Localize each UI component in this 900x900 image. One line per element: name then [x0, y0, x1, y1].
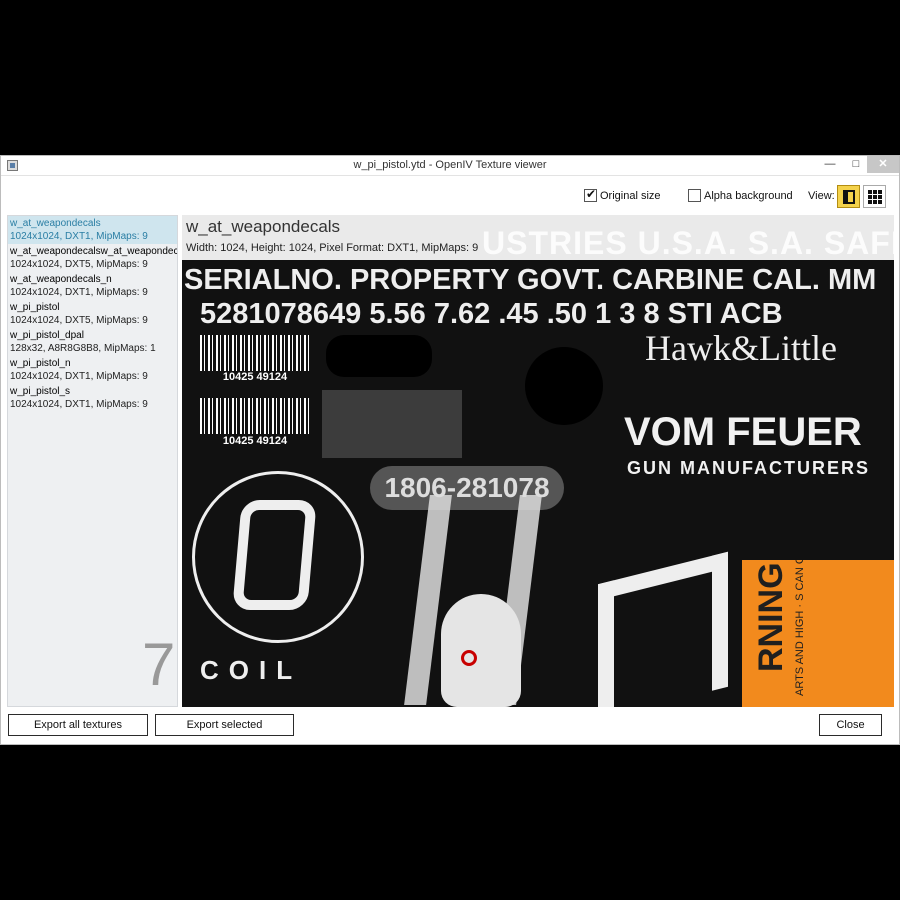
- barcode-1-text: 10425 49124: [222, 371, 288, 383]
- alpha-background-label: Alpha background: [704, 189, 793, 202]
- texture-list-item[interactable]: w_pi_pistol_s 1024x1024, DXT1, MipMaps: 9: [8, 384, 177, 412]
- texture-preview[interactable]: USTRIES U.S.A. S.A. SAFE SEMI FULL w_at_…: [182, 215, 894, 707]
- texture-meta: 128x32, A8R8G8B8, MipMaps: 1: [10, 343, 156, 354]
- texture-name: w_at_weapondecals_n: [10, 274, 112, 285]
- view-label: View:: [808, 190, 835, 202]
- redacted-box: [326, 335, 432, 377]
- gun-manufacturers-text: GUN MANUFACTURERS: [627, 458, 870, 478]
- texture-list-item[interactable]: w_pi_pistol_dpal 128x32, A8R8G8B8, MipMap…: [8, 328, 177, 356]
- crosshair-target: [461, 650, 477, 666]
- texture-name: w_pi_pistol_n: [10, 358, 71, 369]
- texture-name: w_pi_pistol: [10, 302, 60, 313]
- texture-list-item[interactable]: w_at_weapondecals_n 1024x1024, DXT1, MipM…: [8, 272, 177, 300]
- title-bar[interactable]: w_pi_pistol.ytd - OpenIV Texture viewer …: [1, 156, 899, 176]
- maximize-button[interactable]: □: [843, 156, 869, 173]
- alpha-background-option[interactable]: Alpha background: [688, 189, 793, 202]
- close-button[interactable]: Close: [819, 714, 882, 736]
- texture-name: w_pi_pistol_dpal: [10, 330, 84, 341]
- texture-list-item[interactable]: w_pi_pistol_n 1024x1024, DXT1, MipMaps: 9: [8, 356, 177, 384]
- cube-logo: [598, 551, 728, 707]
- texture-meta: 1024x1024, DXT1, MipMaps: 9: [10, 371, 148, 382]
- window-title: w_pi_pistol.ytd - OpenIV Texture viewer: [353, 159, 547, 171]
- export-all-textures-button[interactable]: Export all textures: [8, 714, 148, 736]
- grid-view-button[interactable]: [863, 185, 886, 208]
- texture-meta: 1024x1024, DXT1, MipMaps: 9: [10, 399, 148, 410]
- barcode-2-text: 10425 49124: [222, 435, 288, 447]
- texture-list-item[interactable]: w_at_weapondecals 1024x1024, DXT1, MipMap…: [8, 216, 177, 244]
- texture-name: w_pi_pistol_s: [10, 386, 71, 397]
- warning-label: RNING ARTS AND HIGH · S CAN CAUSE · URY.…: [742, 560, 894, 707]
- vom-feuer-logo: VOM FEUER: [624, 410, 862, 454]
- texture-meta: 1024x1024, DXT5, MipMaps: 9: [10, 259, 148, 270]
- serial-line-text: SERIALNO. PROPERTY GOVT. CARBINE CAL. MM: [184, 264, 877, 296]
- ghost-number-label: 7: [142, 631, 176, 698]
- texture-viewer-window: w_pi_pistol.ytd - OpenIV Texture viewer …: [0, 155, 900, 745]
- hawk-little-logo: Hawk&Little: [645, 328, 837, 368]
- texture-list-item[interactable]: w_at_weapondecalsw_at_weapondec 1024x1024…: [8, 244, 177, 272]
- original-size-checkbox[interactable]: [584, 187, 597, 202]
- black-circle: [525, 347, 603, 425]
- emblem-logo: [232, 500, 317, 610]
- single-view-icon: [843, 190, 855, 204]
- coil-text: COIL: [200, 655, 303, 685]
- single-view-button[interactable]: [837, 185, 860, 208]
- preview-texture-name: w_at_weapondecals: [186, 217, 341, 236]
- texture-name: w_at_weapondecalsw_at_weapondec: [10, 246, 177, 257]
- barcode-2: [200, 398, 310, 434]
- preview-header: USTRIES U.S.A. S.A. SAFE SEMI FULL w_at_…: [182, 215, 894, 261]
- decal-texture-image: SERIALNO. PROPERTY GOVT. CARBINE CAL. MM…: [182, 260, 894, 707]
- texture-name: w_at_weapondecals: [10, 218, 101, 229]
- toolbar: Original size Alpha background View:: [7, 178, 893, 212]
- texture-meta: 1024x1024, DXT1, MipMaps: 9: [10, 231, 148, 242]
- close-window-button[interactable]: ✕: [867, 156, 899, 173]
- barcode-1: [200, 335, 310, 371]
- deer-head: [441, 594, 521, 707]
- warning-text: RNING: [752, 562, 790, 672]
- export-selected-button[interactable]: Export selected: [155, 714, 294, 736]
- gray-box: [322, 390, 462, 458]
- alpha-background-checkbox[interactable]: [688, 189, 701, 202]
- texture-meta: 1024x1024, DXT5, MipMaps: 9: [10, 315, 148, 326]
- original-size-label: Original size: [600, 189, 661, 202]
- original-size-option[interactable]: Original size: [584, 187, 661, 202]
- bottom-actions: Export all textures Export selected Clos…: [1, 708, 899, 744]
- grid-view-icon: [868, 190, 882, 204]
- texture-list-item[interactable]: w_pi_pistol 1024x1024, DXT5, MipMaps: 9: [8, 300, 177, 328]
- preview-texture-meta: Width: 1024, Height: 1024, Pixel Format:…: [186, 242, 479, 254]
- minimize-button[interactable]: —: [817, 156, 843, 173]
- decal-background-text: USTRIES U.S.A. S.A. SAFE SEMI FULL: [482, 225, 894, 261]
- warning-fine-print: ARTS AND HIGH · S CAN CAUSE · URY. REFER…: [794, 560, 806, 696]
- texture-meta: 1024x1024, DXT1, MipMaps: 9: [10, 287, 148, 298]
